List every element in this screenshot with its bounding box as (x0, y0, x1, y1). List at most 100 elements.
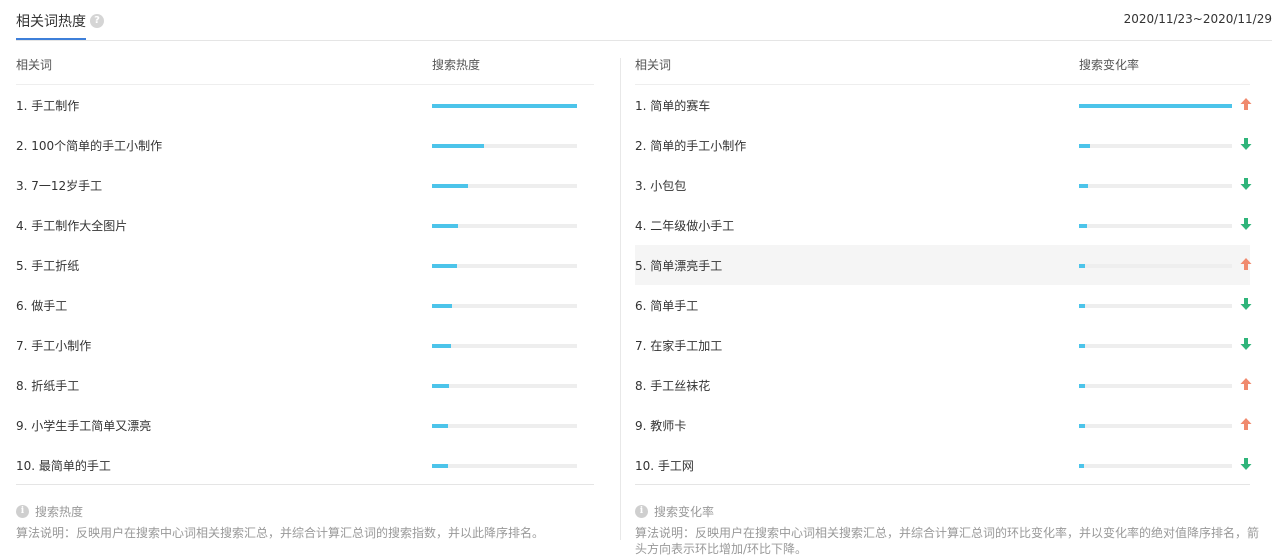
right-rows: 1. 简单的赛车 2. 简单的手工小制作 3. 小包包 4. 二年级做小手工 5. 简单… (635, 85, 1252, 485)
arrow-down-icon (1240, 178, 1252, 190)
table-row[interactable]: 1. 手工制作 (16, 85, 594, 125)
row-bar-fill (1079, 344, 1085, 348)
row-bar-fill (432, 424, 448, 428)
row-bar (1079, 424, 1232, 428)
row-bar (432, 464, 577, 468)
left-note-title-text: 搜索热度 (35, 505, 84, 519)
row-bar-fill (432, 104, 577, 108)
table-row[interactable]: 1. 简单的赛车 (635, 85, 1252, 125)
row-term: 3. 7一12岁手工 (16, 179, 103, 193)
row-bar-fill (432, 224, 458, 228)
row-term: 9. 小学生手工简单又漂亮 (16, 419, 152, 433)
row-term: 5. 手工折纸 (16, 259, 80, 273)
row-bar-fill (1079, 104, 1232, 108)
row-bar-fill (1079, 304, 1085, 308)
table-row[interactable]: 8. 折纸手工 (16, 365, 594, 405)
row-bar (432, 104, 577, 108)
row-term: 7. 手工小制作 (16, 339, 92, 353)
arrow-down-icon (1240, 338, 1252, 350)
row-term: 3. 小包包 (635, 179, 687, 193)
row-bar (1079, 224, 1232, 228)
row-bar-fill (1079, 264, 1085, 268)
left-column-header: 相关词 搜索热度 (16, 41, 594, 85)
arrow-up-icon (1240, 378, 1252, 390)
tab-label: 相关词热度 (16, 13, 86, 30)
table-row[interactable]: 10. 手工网 (635, 445, 1252, 485)
row-bar-fill (432, 264, 457, 268)
row-bar-fill (1079, 184, 1088, 188)
row-bar (432, 264, 577, 268)
arrow-down-icon (1240, 138, 1252, 150)
table-row[interactable]: 2. 100个简单的手工小制作 (16, 125, 594, 165)
table-row[interactable]: 9. 教师卡 (635, 405, 1252, 445)
row-term: 2. 简单的手工小制作 (635, 139, 747, 153)
row-bar (432, 344, 577, 348)
row-term: 7. 在家手工加工 (635, 339, 723, 353)
row-bar (1079, 104, 1232, 108)
table-row[interactable]: 6. 做手工 (16, 285, 594, 325)
row-bar (1079, 384, 1232, 388)
row-bar (1079, 144, 1232, 148)
row-term: 5. 简单漂亮手工 (635, 259, 723, 273)
row-bar-fill (1079, 464, 1084, 468)
arrow-up-icon (1240, 98, 1252, 110)
row-term: 4. 手工制作大全图片 (16, 219, 128, 233)
left-col-metric: 搜索热度 (432, 58, 481, 72)
right-note-title-text: 搜索变化率 (654, 505, 715, 519)
row-bar-fill (432, 144, 484, 148)
row-term: 10. 最简单的手工 (16, 459, 111, 473)
date-range: 2020/11/23~2020/11/29 (1123, 12, 1272, 26)
right-column-header: 相关词 搜索变化率 (635, 41, 1250, 85)
table-row[interactable]: 5. 简单漂亮手工 (635, 245, 1252, 285)
arrow-up-icon (1240, 258, 1252, 270)
tab-related-terms[interactable]: 相关词热度 ? (16, 0, 104, 41)
table-row[interactable]: 10. 最简单的手工 (16, 445, 594, 485)
row-bar-fill (432, 184, 468, 188)
row-bar (432, 184, 577, 188)
table-row[interactable]: 7. 手工小制作 (16, 325, 594, 365)
row-term: 8. 折纸手工 (16, 379, 80, 393)
header: 相关词热度 ? 2020/11/23~2020/11/29 (0, 0, 1282, 41)
row-bar (432, 384, 577, 388)
row-term: 9. 教师卡 (635, 419, 687, 433)
table-row[interactable]: 4. 手工制作大全图片 (16, 205, 594, 245)
help-icon[interactable]: ? (90, 13, 104, 28)
row-term: 6. 简单手工 (635, 299, 699, 313)
left-bottom-divider (16, 484, 594, 485)
left-col-term: 相关词 (16, 58, 53, 72)
table-row[interactable]: 4. 二年级做小手工 (635, 205, 1252, 245)
row-bar-fill (432, 464, 448, 468)
left-note-title: i 搜索热度 (16, 503, 83, 520)
row-term: 4. 二年级做小手工 (635, 219, 735, 233)
table-row[interactable]: 2. 简单的手工小制作 (635, 125, 1252, 165)
table-row[interactable]: 7. 在家手工加工 (635, 325, 1252, 365)
row-bar (432, 304, 577, 308)
row-bar-fill (1079, 424, 1085, 428)
row-bar (432, 424, 577, 428)
row-bar (1079, 184, 1232, 188)
row-bar (1079, 304, 1232, 308)
table-row[interactable]: 6. 简单手工 (635, 285, 1252, 325)
right-note-title: i 搜索变化率 (635, 503, 714, 520)
row-bar (1079, 464, 1232, 468)
row-bar (432, 144, 577, 148)
row-bar-fill (1079, 144, 1090, 148)
right-bottom-divider (635, 484, 1250, 485)
table-row[interactable]: 9. 小学生手工简单又漂亮 (16, 405, 594, 445)
right-col-metric: 搜索变化率 (1079, 58, 1140, 72)
row-bar-fill (1079, 224, 1087, 228)
table-row[interactable]: 5. 手工折纸 (16, 245, 594, 285)
row-bar-fill (1079, 384, 1085, 388)
right-note-text: 算法说明：反映用户在搜索中心词相关搜索汇总，并综合计算汇总词的环比变化率，并以变… (635, 526, 1260, 556)
row-bar (1079, 264, 1232, 268)
panel-divider (620, 58, 621, 540)
table-row[interactable]: 3. 小包包 (635, 165, 1252, 205)
arrow-down-icon (1240, 218, 1252, 230)
table-row[interactable]: 3. 7一12岁手工 (16, 165, 594, 205)
table-row[interactable]: 8. 手工丝袜花 (635, 365, 1252, 405)
search-change-panel: 相关词 搜索变化率 1. 简单的赛车 2. 简单的手工小制作 3. 小包包 4. 二年… (635, 41, 1252, 485)
row-term: 10. 手工网 (635, 459, 694, 473)
row-bar (432, 224, 577, 228)
row-term: 8. 手工丝袜花 (635, 379, 711, 393)
arrow-down-icon (1240, 458, 1252, 470)
